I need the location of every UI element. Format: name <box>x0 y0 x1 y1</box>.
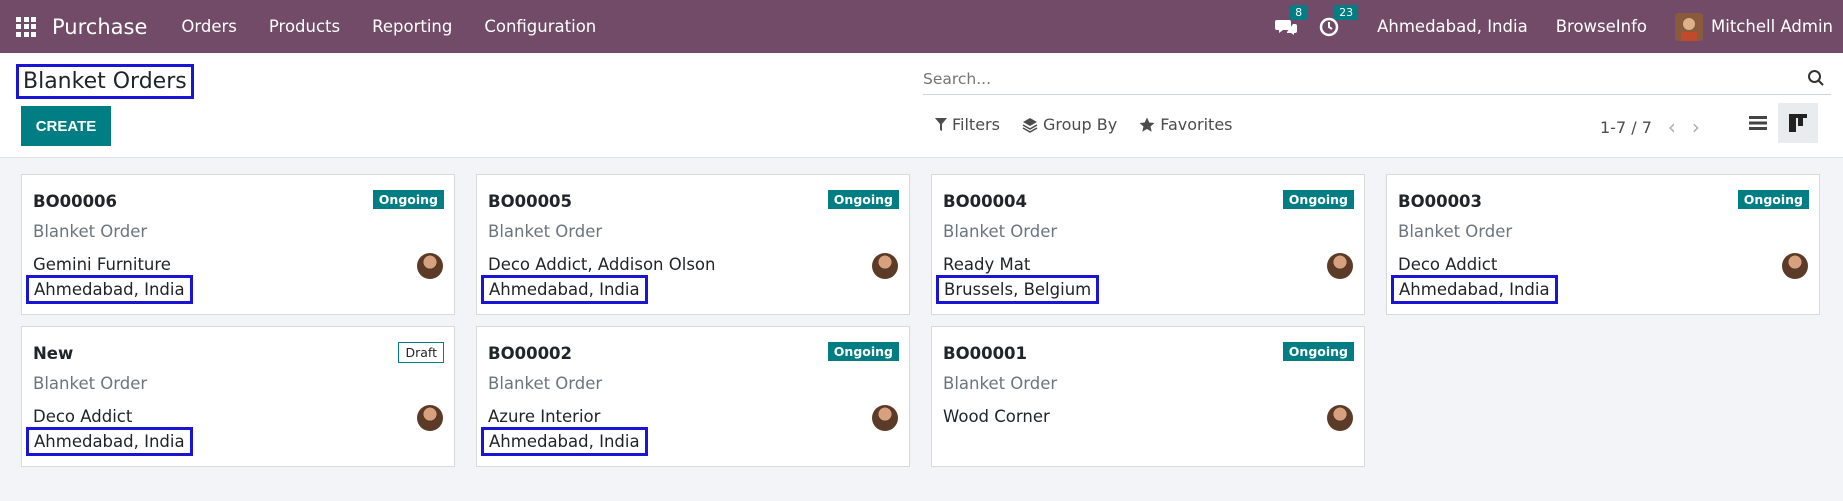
avatar[interactable] <box>417 405 443 431</box>
partner-name: Wood Corner <box>943 407 1050 426</box>
pager-value[interactable]: 1-7 / 7 <box>1600 118 1652 137</box>
groupby-button[interactable]: Group By <box>1022 115 1117 134</box>
status-badge: Ongoing <box>827 342 899 361</box>
avatar[interactable] <box>872 405 898 431</box>
clock-icon <box>1319 17 1339 36</box>
kanban-card[interactable]: BO00006 Ongoing Blanket Order Gemini Fur… <box>21 174 455 315</box>
kanban-card[interactable]: BO00004 Ongoing Blanket Order Ready Mat … <box>931 174 1365 315</box>
search-bar <box>923 63 1831 95</box>
search-icon[interactable] <box>1807 69 1825 87</box>
filters-label: Filters <box>952 115 1000 134</box>
status-badge: Ongoing <box>1737 190 1809 209</box>
filter-icon <box>935 117 947 131</box>
layers-icon <box>1022 117 1038 133</box>
top-navbar: Purchase Orders Products Reporting Confi… <box>0 0 1843 53</box>
pager: 1-7 / 7 ‹ › <box>1600 115 1700 139</box>
avatar[interactable] <box>1327 253 1353 279</box>
status-badge: Ongoing <box>372 190 444 209</box>
order-reference: BO00001 <box>943 344 1028 363</box>
pager-next-icon[interactable]: › <box>1692 115 1700 139</box>
menu-orders[interactable]: Orders <box>165 17 253 36</box>
partner-name: Ready Mat <box>943 255 1031 274</box>
order-type: Blanket Order <box>33 374 148 393</box>
avatar[interactable] <box>417 253 443 279</box>
kanban-card[interactable]: BO00002 Ongoing Blanket Order Azure Inte… <box>476 326 910 467</box>
kanban-card[interactable]: BO00003 Ongoing Blanket Order Deco Addic… <box>1386 174 1820 315</box>
view-switcher <box>1738 103 1818 143</box>
activities-button[interactable]: 23 <box>1319 4 1359 37</box>
order-type: Blanket Order <box>943 374 1058 393</box>
status-badge: Draft <box>398 342 444 363</box>
systray: 8 23 Ahmedabad, India BrowseInfo Mitchel… <box>1275 0 1843 53</box>
avatar[interactable] <box>872 253 898 279</box>
pager-previous-icon[interactable]: ‹ <box>1668 115 1676 139</box>
location: Ahmedabad, India <box>1391 275 1558 304</box>
user-avatar <box>1675 12 1704 41</box>
company-location[interactable]: Ahmedabad, India <box>1377 17 1528 36</box>
status-badge: Ongoing <box>827 190 899 209</box>
page-title: Blanket Orders <box>16 64 194 99</box>
kanban-view-button[interactable] <box>1778 103 1818 143</box>
favorites-button[interactable]: Favorites <box>1139 115 1233 134</box>
apps-menu-icon[interactable] <box>16 16 36 37</box>
order-reference: BO00004 <box>943 192 1028 211</box>
order-reference: BO00005 <box>488 192 573 211</box>
kanban-icon <box>1789 114 1807 132</box>
menu-configuration[interactable]: Configuration <box>468 17 612 36</box>
kanban-view: BO00006 Ongoing Blanket Order Gemini Fur… <box>21 174 1823 467</box>
location: Ahmedabad, India <box>481 275 648 304</box>
avatar[interactable] <box>1782 253 1808 279</box>
location: Brussels, Belgium <box>936 275 1100 304</box>
location: Ahmedabad, India <box>26 427 193 456</box>
user-menu[interactable]: Mitchell Admin <box>1675 12 1833 41</box>
kanban-card[interactable]: New Draft Blanket Order Deco Addict Ahme… <box>21 326 455 467</box>
partner-name: Deco Addict <box>33 407 133 426</box>
company-switcher[interactable]: BrowseInfo <box>1556 17 1647 36</box>
chat-icon <box>1275 19 1298 35</box>
location: Ahmedabad, India <box>26 275 193 304</box>
menu-products[interactable]: Products <box>253 17 356 36</box>
kanban-card[interactable]: BO00001 Ongoing Blanket Order Wood Corne… <box>931 326 1365 467</box>
groupby-label: Group By <box>1042 115 1118 134</box>
order-type: Blanket Order <box>33 222 148 241</box>
app-name[interactable]: Purchase <box>52 15 147 39</box>
partner-name: Deco Addict, Addison Olson <box>488 255 716 274</box>
search-options: Filters Group By Favorites <box>935 115 1255 134</box>
star-icon <box>1139 117 1155 132</box>
location: Ahmedabad, India <box>481 427 648 456</box>
order-reference: BO00003 <box>1398 192 1483 211</box>
order-type: Blanket Order <box>943 222 1058 241</box>
messages-button[interactable]: 8 <box>1275 4 1308 37</box>
list-view-button[interactable] <box>1738 103 1778 143</box>
order-reference: BO00002 <box>488 344 573 363</box>
filters-button[interactable]: Filters <box>935 115 1000 134</box>
menu-reporting[interactable]: Reporting <box>356 17 468 36</box>
list-icon <box>1749 116 1767 130</box>
kanban-card[interactable]: BO00005 Ongoing Blanket Order Deco Addic… <box>476 174 910 315</box>
status-badge: Ongoing <box>1282 190 1354 209</box>
partner-name: Gemini Furniture <box>33 255 171 274</box>
search-input[interactable] <box>923 69 1783 88</box>
order-reference: BO00006 <box>33 192 118 211</box>
messages-count-badge: 8 <box>1290 4 1308 20</box>
status-badge: Ongoing <box>1282 342 1354 361</box>
control-panel: Blanket Orders CREATE Filters Group By F… <box>0 53 1843 158</box>
create-button[interactable]: CREATE <box>21 106 111 146</box>
activities-count-badge: 23 <box>1334 4 1359 20</box>
order-reference: New <box>33 344 74 363</box>
main-menu: Orders Products Reporting Configuration <box>165 17 612 36</box>
partner-name: Azure Interior <box>488 407 601 426</box>
partner-name: Deco Addict <box>1398 255 1498 274</box>
order-type: Blanket Order <box>488 374 603 393</box>
order-type: Blanket Order <box>488 222 603 241</box>
user-name: Mitchell Admin <box>1711 17 1833 36</box>
favorites-label: Favorites <box>1160 115 1233 134</box>
avatar[interactable] <box>1327 405 1353 431</box>
order-type: Blanket Order <box>1398 222 1513 241</box>
